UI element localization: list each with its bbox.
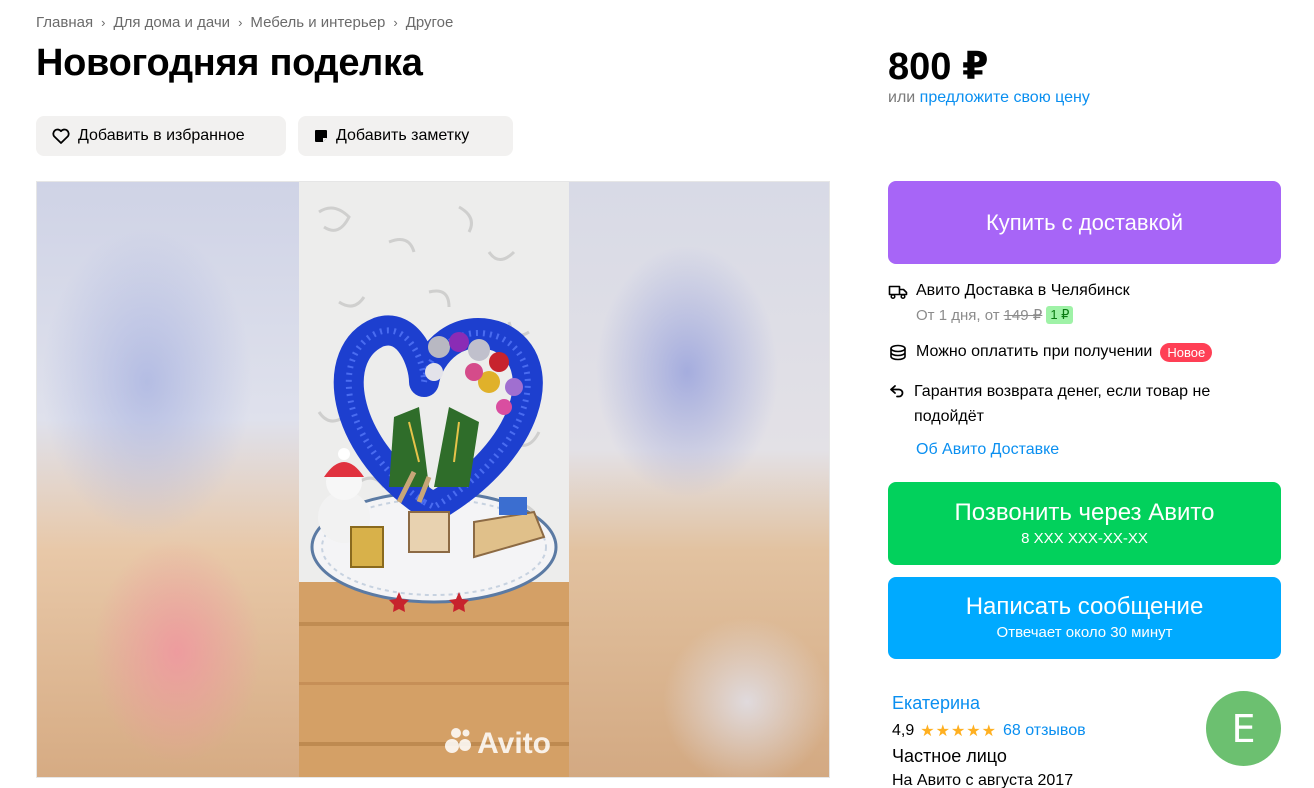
guarantee-info: Гарантия возврата денег, если товар не п… [888, 379, 1248, 429]
seller-avatar[interactable]: Е [1206, 691, 1281, 766]
seller-reviews-link[interactable]: 68 отзывов [1003, 722, 1086, 740]
new-badge: Новое [1160, 343, 1213, 362]
heart-icon [52, 128, 70, 144]
delivery-terms-prefix: От 1 дня, от [916, 306, 1000, 324]
message-button-sub: Отвечает около 30 минут [996, 624, 1173, 641]
breadcrumb-item-home[interactable]: Главная [36, 14, 93, 31]
call-button-label: Позвонить через Авито [954, 498, 1215, 526]
call-button-phone: 8 XXX XXX-XX-XX [1021, 529, 1148, 547]
buy-with-delivery-button[interactable]: Купить с доставкой [888, 181, 1281, 264]
delivery-old-price: 149 ₽ [1003, 307, 1043, 324]
make-offer-link[interactable]: предложите свою цену [920, 89, 1090, 106]
breadcrumb-item-furniture[interactable]: Мебель и интерьер [250, 14, 385, 31]
seller-rating-value: 4,9 [892, 722, 915, 739]
price: 800 ₽ [888, 46, 989, 88]
chevron-right-icon: › [238, 15, 243, 30]
product-photo[interactable] [299, 182, 569, 777]
message-button-label: Написать сообщение [965, 593, 1204, 620]
add-note-label: Добавить заметку [336, 127, 470, 144]
pay-on-receipt-info: Можно оплатить при получении Новое [888, 343, 1213, 363]
delivery-terms: От 1 дня, от 149 ₽ 1 ₽ [916, 306, 1074, 324]
price-offer-prefix: или [888, 89, 916, 106]
coins-icon [888, 343, 908, 363]
pay-on-receipt-label: Можно оплатить при получении [916, 343, 1153, 360]
rating-stars-icon: ★★★★★ [920, 723, 997, 740]
add-note-button[interactable]: Добавить заметку [298, 116, 513, 156]
write-message-button[interactable]: Написать сообщение Отвечает около 30 мин… [888, 577, 1281, 659]
delivery-title: Авито Доставка в Челябинск [916, 282, 1130, 299]
page-title: Новогодняя поделка [36, 42, 423, 84]
add-to-favorites-label: Добавить в избранное [78, 127, 245, 144]
chevron-right-icon: › [101, 15, 106, 30]
avito-watermark-text: Avito [477, 727, 551, 760]
delivery-promo-price: 1 ₽ [1046, 306, 1074, 324]
breadcrumb: Главная › Для дома и дачи › Мебель и инт… [36, 14, 453, 31]
chevron-right-icon: › [393, 15, 398, 30]
return-arrow-icon [888, 381, 906, 401]
avito-logo-icon [443, 725, 473, 763]
product-gallery[interactable]: Avito [36, 181, 830, 778]
seller-name-link[interactable]: Екатерина [892, 693, 980, 714]
seller-type: Частное лицо [892, 746, 1007, 766]
seller-since: На Авито с августа 2017 [892, 772, 1074, 788]
guarantee-label: Гарантия возврата денег, если товар не п… [914, 383, 1211, 425]
truck-icon [888, 282, 908, 302]
gallery-blur-right [567, 182, 829, 777]
breadcrumb-item-home-garden[interactable]: Для дома и дачи [113, 14, 230, 31]
seller-rating: 4,9 ★★★★★ 68 отзывов [892, 721, 1086, 741]
call-via-avito-button[interactable]: Позвонить через Авито 8 XXX XXX-XX-XX [888, 482, 1281, 565]
add-to-favorites-button[interactable]: Добавить в избранное [36, 116, 286, 156]
about-avito-delivery-link[interactable]: Об Авито Доставке [916, 441, 1059, 459]
breadcrumb-item-other[interactable]: Другое [406, 14, 454, 31]
gallery-blur-left [37, 182, 299, 777]
avito-watermark: Avito [443, 725, 551, 763]
note-icon [314, 129, 328, 143]
delivery-info: Авито Доставка в Челябинск [888, 282, 1130, 302]
price-offer: или предложите свою цену [888, 89, 1090, 107]
